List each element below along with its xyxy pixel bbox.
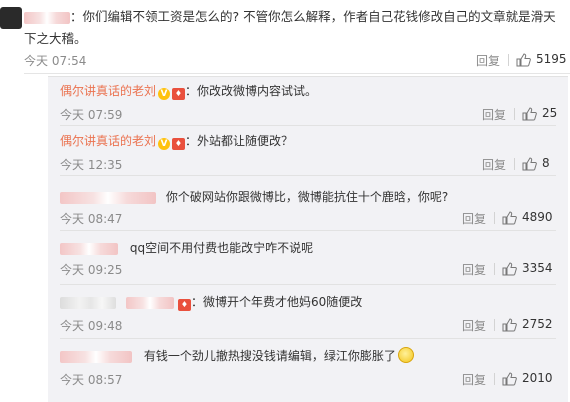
reply-line: 有钱一个劲儿撤热搜没钱请编辑，绿江你膨胀了	[60, 347, 414, 365]
list-item: 有钱一个劲儿撤热搜没钱请编辑，绿江你膨胀了 今天 08:57 回复 2010	[60, 347, 560, 387]
divider	[60, 284, 556, 285]
reply-line: 你个破网站你跟微博比，微博能抗住十个鹿晗，你呢?	[60, 188, 448, 206]
thumbs-up-icon	[522, 107, 537, 121]
reply-text: 你个破网站你跟微博比，微博能抗住十个鹿晗，你呢?	[165, 190, 449, 204]
comment-time: 今天 09:48	[60, 319, 123, 333]
reply-button[interactable]: 回复	[482, 106, 506, 123]
list-item: 你个破网站你跟微博比，微博能抗住十个鹿晗，你呢? 今天 08:47 回复 489…	[60, 188, 560, 228]
reply-button[interactable]: 回复	[482, 156, 506, 173]
reply-button[interactable]: 回复	[462, 317, 486, 334]
reply-text: ：微博开个年费才他妈60随便改	[191, 295, 363, 309]
vip-badge-icon: ♦	[172, 138, 186, 150]
reply-text: 有钱一个劲儿撤热搜没钱请编辑，绿江你膨胀了	[143, 349, 396, 363]
blurred-username[interactable]	[60, 191, 156, 204]
divider	[60, 338, 556, 339]
like-count: 4890	[522, 210, 553, 224]
divider	[508, 54, 509, 66]
like-count: 8	[542, 156, 550, 170]
reply-button[interactable]: 回复	[462, 210, 486, 227]
reply-line: ♦ ：微博开个年费才他妈60随便改	[60, 293, 362, 311]
comment-time: 今天 08:57	[60, 373, 123, 387]
divider	[494, 212, 495, 224]
thumbs-up-icon	[502, 211, 517, 225]
comment-time: 今天 07:54	[24, 54, 87, 68]
reply-meta: 今天 08:57 回复 2010	[60, 371, 560, 391]
reply-line: 偶尔讲真话的老刘 V ♦ ：你改改微博内容试试。	[60, 82, 317, 100]
thumbs-up-icon	[502, 318, 517, 332]
verified-badge-icon: V	[158, 138, 171, 150]
like-count: 3354	[522, 261, 553, 275]
like-count: 25	[542, 106, 558, 120]
reply-meta: 今天 12:35 回复 8	[60, 156, 560, 176]
comment-time: 今天 09:25	[60, 263, 123, 277]
reply-meta: 今天 09:25 回复 3354	[60, 261, 560, 281]
reply-text: ：你改改微博内容试试。	[185, 84, 318, 98]
list-item: ♦ ：微博开个年费才他妈60随便改 今天 09:48 回复 2752	[60, 293, 560, 333]
reply-line: qq空间不用付费也能改宁咋不说呢	[60, 239, 313, 257]
divider	[60, 230, 556, 231]
list-item: 偶尔讲真话的老刘 V ♦ ：外站都让随便改？ 今天 12:35 回复 8	[60, 132, 560, 172]
thumbs-up-icon	[516, 53, 531, 67]
reply-username[interactable]: 偶尔讲真话的老刘	[60, 134, 156, 148]
avatar[interactable]	[0, 7, 22, 29]
divider	[494, 373, 495, 385]
divider	[60, 125, 556, 126]
divider	[60, 175, 556, 176]
reply-button[interactable]: 回复	[462, 261, 486, 278]
reply-meta: 今天 07:59 回复 25	[60, 106, 560, 126]
main-comment-text: ：你们编辑不领工资是怎么的? 不管你怎么解释，作者自己花钱修改自己的文章就是滑天…	[24, 9, 556, 46]
reply-username[interactable]: 偶尔讲真话的老刘	[60, 84, 156, 98]
comment-time: 今天 08:47	[60, 212, 123, 226]
like-count: 2010	[522, 371, 553, 385]
vip-badge-icon: ♦	[172, 88, 186, 100]
list-item: qq空间不用付费也能改宁咋不说呢 今天 09:25 回复 3354	[60, 239, 560, 279]
reply-line: 偶尔讲真话的老刘 V ♦ ：外站都让随便改？	[60, 132, 293, 150]
divider	[514, 158, 515, 170]
reply-button[interactable]: 回复	[462, 371, 486, 388]
main-comment-body: ：你们编辑不领工资是怎么的? 不管你怎么解释，作者自己花钱修改自己的文章就是滑天…	[24, 6, 564, 50]
divider	[24, 73, 570, 74]
comment-time: 今天 07:59	[60, 108, 123, 122]
reply-list: 偶尔讲真话的老刘 V ♦ ：你改改微博内容试试。 今天 07:59 回复 25 偶尔讲…	[48, 76, 568, 402]
blurred-username[interactable]	[60, 242, 118, 255]
reply-button[interactable]: 回复	[476, 52, 500, 69]
reply-text: ：外站都让随便改？	[185, 134, 294, 148]
divider	[514, 108, 515, 120]
vip-badge-icon: ♦	[178, 299, 191, 311]
reply-meta: 今天 08:47 回复 4890	[60, 210, 560, 230]
like-count: 5195	[536, 52, 567, 66]
thumbs-up-icon	[502, 372, 517, 386]
reply-meta: 今天 09:48 回复 2752	[60, 317, 560, 337]
verified-badge-icon: V	[158, 88, 171, 100]
comment-time: 今天 12:35	[60, 158, 123, 172]
blurred-username[interactable]	[126, 296, 174, 309]
divider	[494, 319, 495, 331]
main-comment-meta: 今天 07:54 回复 5195	[24, 52, 570, 72]
reply-text: qq空间不用付费也能改宁咋不说呢	[129, 241, 314, 255]
blurred-username[interactable]	[60, 296, 116, 309]
divider	[494, 263, 495, 275]
thumbs-up-icon	[502, 262, 517, 276]
thumbs-up-icon	[522, 157, 537, 171]
comment-thread: ：你们编辑不领工资是怎么的? 不管你怎么解释，作者自己花钱修改自己的文章就是滑天…	[0, 0, 570, 402]
blurred-username[interactable]	[24, 11, 70, 24]
list-item: 偶尔讲真话的老刘 V ♦ ：你改改微博内容试试。 今天 07:59 回复 25	[60, 82, 560, 122]
smile-emoji-icon	[397, 347, 414, 363]
like-count: 2752	[522, 317, 553, 331]
blurred-username[interactable]	[60, 350, 132, 363]
